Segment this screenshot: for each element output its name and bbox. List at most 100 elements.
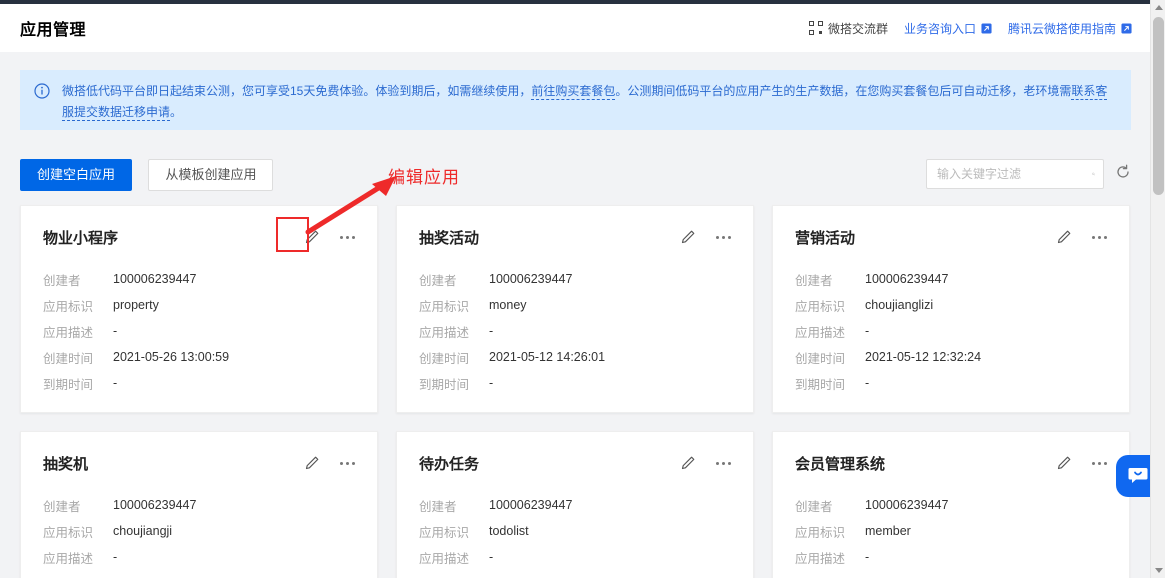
app-card-actions — [1056, 229, 1107, 245]
scroll-down-button[interactable] — [1151, 563, 1165, 578]
search-area — [926, 159, 1131, 189]
annotation-label: 编辑应用 — [388, 168, 460, 187]
edit-pencil-icon[interactable] — [680, 455, 696, 471]
app-card-field-expires-at: 到期时间 - — [419, 373, 731, 393]
field-value: - — [865, 324, 870, 338]
field-label: 应用描述 — [419, 551, 470, 566]
app-card-field-created-at: 创建时间2021-04-28 14:55:40 — [419, 573, 731, 578]
app-card-field-description: 应用描述 - — [43, 547, 355, 567]
app-card-field-description: 应用描述 - — [795, 321, 1107, 341]
app-card-body: 创建者 100006239447 应用标识 money 应用描述 - 创建时间 2021… — [419, 269, 731, 393]
field-label: 应用描述 — [795, 325, 846, 340]
edit-pencil-icon[interactable] — [1056, 229, 1072, 245]
more-horizontal-icon[interactable] — [1092, 461, 1107, 465]
field-label: 应用描述 — [43, 551, 94, 566]
app-card-title: 抽奖活动 — [419, 229, 480, 247]
field-value: - — [113, 324, 118, 338]
more-horizontal-icon[interactable] — [716, 461, 731, 465]
app-card-title: 待办任务 — [419, 455, 480, 473]
field-value: - — [113, 376, 118, 390]
field-value: 2021-05-26 13:00:59 — [113, 350, 230, 364]
field-label: 创建者 — [419, 273, 457, 288]
field-value: 100006239447 — [489, 498, 573, 512]
field-value: - — [489, 376, 494, 390]
page-scrollbar[interactable] — [1150, 0, 1165, 578]
app-card-field-creator: 创建者 100006239447 — [43, 269, 355, 289]
app-card-body: 创建者 100006239447 应用标识 property 应用描述 - 创建时间 2… — [43, 269, 355, 393]
field-value: choujianglizi — [865, 298, 934, 312]
external-link-icon — [981, 22, 992, 34]
field-value: - — [865, 376, 870, 390]
field-label: 到期时间 — [419, 377, 470, 392]
banner-link-purchase[interactable]: 前往购买套餐包 — [531, 84, 616, 100]
app-card-field-creator: 创建者 100006239447 — [795, 269, 1107, 289]
field-label: 应用标识 — [43, 525, 94, 540]
header-link-label: 微搭交流群 — [827, 21, 888, 36]
notice-banner: 微搭低代码平台即日起结束公测，您可享受15天免费体验。体验到期后，如需继续使用，… — [20, 70, 1131, 130]
header-link-weda-guide[interactable]: 腾讯云微搭使用指南 — [1008, 20, 1132, 37]
edit-pencil-icon[interactable] — [304, 455, 320, 471]
edit-pencil-icon[interactable] — [1056, 455, 1072, 471]
more-horizontal-icon[interactable] — [340, 461, 355, 465]
field-label: 创建时间 — [795, 351, 846, 366]
search-icon[interactable] — [1092, 167, 1095, 181]
app-card-field-app-id: 应用标识 member — [795, 521, 1107, 541]
app-card-body: 创建者 100006239447 应用标识 todolist 应用描述 - 创建时间2… — [419, 495, 731, 578]
app-card-field-app-id: 应用标识 todolist — [419, 521, 731, 541]
create-from-template-button[interactable]: 从模板创建应用 — [148, 159, 274, 191]
app-card-field-created-at: 创建时间2021-05-12 12:06:13 — [43, 573, 355, 578]
app-card[interactable]: 会员管理系统 创建者 100006239447 应用标识 member 应用描述 - … — [772, 431, 1130, 578]
app-card[interactable]: 抽奖机 创建者 100006239447 应用标识 choujiangji 应用描述… — [20, 431, 378, 578]
refresh-icon[interactable] — [1115, 164, 1131, 185]
field-value: 2021-05-12 12:32:24 — [865, 350, 982, 364]
header-link-wechat-group[interactable]: 微搭交流群 — [808, 20, 888, 37]
field-label: 应用标识 — [419, 299, 470, 314]
field-value: choujiangji — [113, 524, 173, 538]
field-label: 到期时间 — [795, 377, 846, 392]
header-links: 微搭交流群 业务咨询入口 腾讯云微搭使用指南 — [808, 20, 1132, 37]
scrollbar-thumb[interactable] — [1153, 17, 1164, 195]
field-label: 创建者 — [419, 499, 457, 514]
app-card-title: 营销活动 — [795, 229, 856, 247]
app-card[interactable]: 抽奖活动 创建者 100006239447 应用标识 money 应用描述 - 创建时… — [396, 205, 754, 413]
app-card-field-app-id: 应用标识 money — [419, 295, 731, 315]
app-card-field-created-at: 创建时间 2021-05-12 14:26:01 — [419, 347, 731, 367]
more-horizontal-icon[interactable] — [716, 235, 731, 239]
search-box[interactable] — [926, 159, 1104, 189]
search-input[interactable] — [937, 167, 1092, 181]
field-value: money — [489, 298, 527, 312]
scroll-up-button[interactable] — [1151, 0, 1165, 15]
app-card-field-app-id: 应用标识 property — [43, 295, 355, 315]
toolbar: 创建空白应用 从模板创建应用 — [20, 159, 1131, 191]
app-card[interactable]: 物业小程序 创建者 100006239447 应用标识 property 应用描述 -… — [20, 205, 378, 413]
more-horizontal-icon[interactable] — [1092, 235, 1107, 239]
app-card-field-expires-at: 到期时间 - — [795, 373, 1107, 393]
field-value: property — [113, 298, 159, 312]
header-link-label: 腾讯云微搭使用指南 — [1007, 21, 1116, 36]
app-card[interactable]: 待办任务 创建者 100006239447 应用标识 todolist 应用描述 - … — [396, 431, 754, 578]
info-circle-icon — [34, 83, 50, 99]
app-card-field-creator: 创建者 100006239447 — [43, 495, 355, 515]
field-value: 100006239447 — [865, 272, 949, 286]
field-value: - — [489, 550, 494, 564]
app-card-field-description: 应用描述 - — [419, 547, 731, 567]
field-label: 创建者 — [43, 499, 81, 514]
banner-text-part1: 微搭低代码平台即日起结束公测，您可享受15天免费体验。体验到期后，如需继续使用， — [62, 84, 532, 98]
app-card-field-app-id: 应用标识 choujiangji — [43, 521, 355, 541]
app-card-header: 抽奖活动 — [419, 224, 731, 250]
edit-pencil-icon[interactable] — [680, 229, 696, 245]
more-horizontal-icon[interactable] — [340, 235, 355, 239]
field-label: 应用标识 — [419, 525, 470, 540]
app-card-body: 创建者 100006239447 应用标识 choujiangji 应用描述 - 创建… — [43, 495, 355, 578]
field-value: - — [113, 550, 118, 564]
field-label: 到期时间 — [43, 377, 94, 392]
app-card-field-created-at: 创建时间2021-04-25 11:51:47 — [795, 573, 1107, 578]
app-card[interactable]: 营销活动 创建者 100006239447 应用标识 choujianglizi 应… — [772, 205, 1130, 413]
field-label: 创建时间 — [419, 351, 470, 366]
field-label: 创建时间 — [43, 574, 113, 578]
field-label: 应用描述 — [43, 325, 94, 340]
field-label: 应用描述 — [419, 325, 470, 340]
create-blank-app-button[interactable]: 创建空白应用 — [20, 159, 133, 191]
external-link-icon — [1121, 22, 1132, 34]
header-link-business-consult[interactable]: 业务咨询入口 — [904, 20, 992, 37]
